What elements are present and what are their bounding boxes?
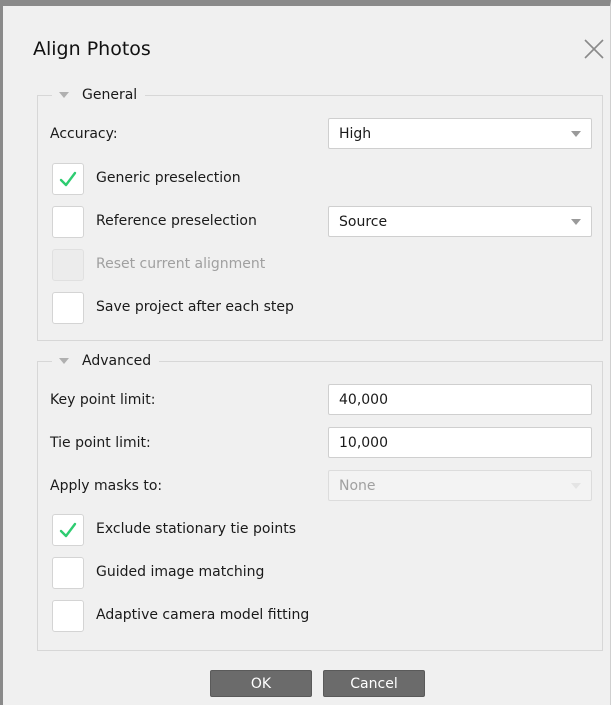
advanced-group: Advanced Key point limit: Tie point limi… xyxy=(37,351,603,651)
chevron-down-icon xyxy=(571,219,581,225)
chevron-down-icon xyxy=(571,131,581,137)
reference-preselection-label: Reference preselection xyxy=(96,213,257,229)
dialog-title: Align Photos xyxy=(33,38,151,60)
reference-preselection-select[interactable]: Source xyxy=(328,206,592,237)
apply-masks-select: None xyxy=(328,470,592,501)
apply-masks-value: None xyxy=(339,477,376,494)
collapse-triangle-icon[interactable] xyxy=(58,356,70,366)
check-mark-icon xyxy=(59,522,77,538)
chevron-down-icon xyxy=(571,483,581,489)
tie-point-limit-label: Tie point limit: xyxy=(50,435,151,451)
save-project-label: Save project after each step xyxy=(96,299,294,315)
reset-alignment-checkbox xyxy=(52,249,84,281)
generic-preselection-checkbox[interactable] xyxy=(52,163,84,195)
guided-matching-checkbox[interactable] xyxy=(52,557,84,589)
advanced-legend-label: Advanced xyxy=(82,353,152,369)
adaptive-fitting-label: Adaptive camera model fitting xyxy=(96,607,310,623)
tie-point-limit-input[interactable] xyxy=(328,427,592,458)
adaptive-fitting-checkbox[interactable] xyxy=(52,600,84,632)
accuracy-value: High xyxy=(339,125,372,142)
close-icon[interactable] xyxy=(581,36,607,62)
advanced-legend: Advanced xyxy=(52,351,160,371)
general-group: General Accuracy: High Generic preselect… xyxy=(37,85,603,341)
exclude-stationary-label: Exclude stationary tie points xyxy=(96,521,296,537)
guided-matching-label: Guided image matching xyxy=(96,564,265,580)
apply-masks-label: Apply masks to: xyxy=(50,478,163,494)
reference-preselection-checkbox[interactable] xyxy=(52,206,84,238)
accuracy-select[interactable]: High xyxy=(328,118,592,149)
reset-alignment-label: Reset current alignment xyxy=(96,256,266,272)
cancel-button[interactable]: Cancel xyxy=(323,670,425,697)
check-mark-icon xyxy=(59,171,77,187)
general-legend-label: General xyxy=(82,87,138,103)
key-point-limit-input[interactable] xyxy=(328,384,592,415)
reference-preselection-value: Source xyxy=(339,213,388,230)
accuracy-label: Accuracy: xyxy=(50,126,118,142)
align-photos-dialog: Align Photos General Accuracy: High Gene… xyxy=(0,0,611,705)
general-legend: General xyxy=(52,85,146,105)
save-project-checkbox[interactable] xyxy=(52,292,84,324)
key-point-limit-label: Key point limit: xyxy=(50,392,156,408)
exclude-stationary-checkbox[interactable] xyxy=(52,514,84,546)
generic-preselection-label: Generic preselection xyxy=(96,170,241,186)
ok-button[interactable]: OK xyxy=(210,670,312,697)
collapse-triangle-icon[interactable] xyxy=(58,90,70,100)
